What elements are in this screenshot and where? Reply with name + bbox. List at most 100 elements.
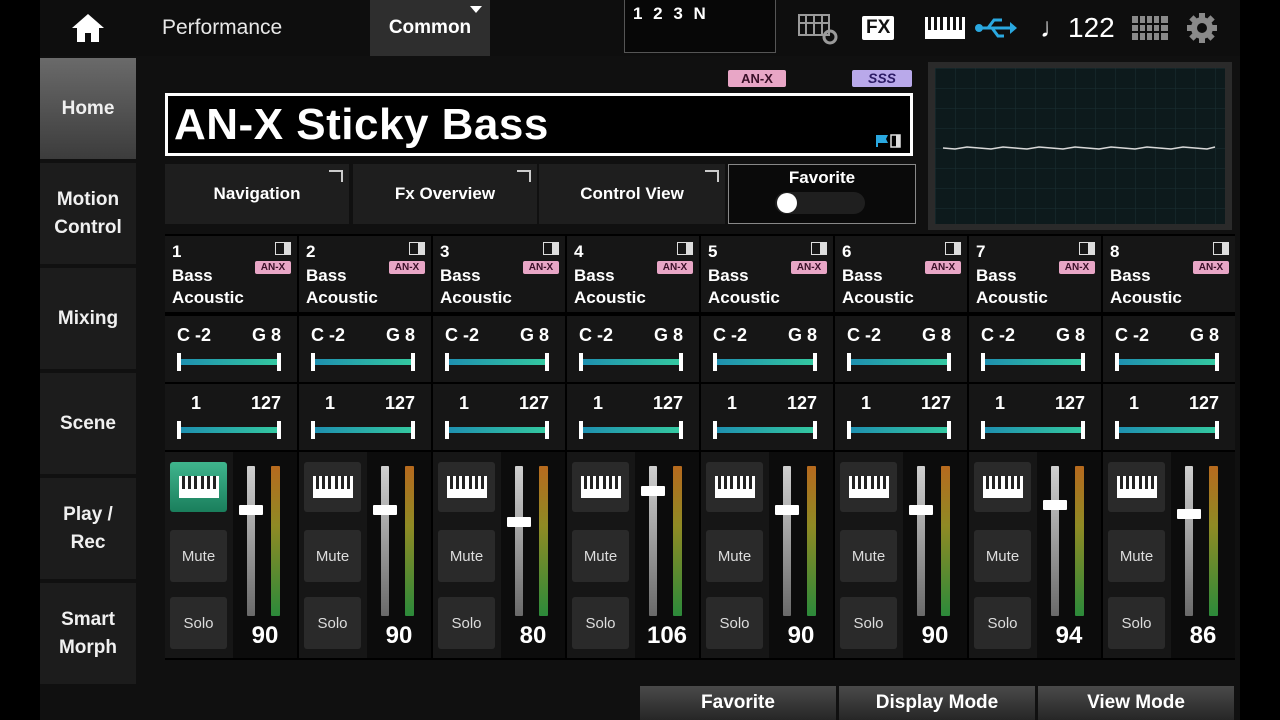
velocity-limit-bar[interactable] bbox=[847, 421, 951, 439]
sidebar-item-mixing[interactable]: Mixing bbox=[40, 268, 136, 369]
keyboard-control-button[interactable] bbox=[1108, 462, 1165, 512]
keyboard-control-button[interactable] bbox=[438, 462, 495, 512]
note-limit-cell[interactable]: C -2 G 8 bbox=[433, 316, 565, 382]
velocity-limit-cell[interactable]: 1 127 bbox=[165, 384, 297, 450]
tempo-display[interactable]: ♩122 bbox=[1040, 12, 1115, 44]
velocity-limit-bar[interactable] bbox=[1115, 421, 1219, 439]
mute-button[interactable]: Mute bbox=[304, 530, 361, 582]
mute-button[interactable]: Mute bbox=[706, 530, 763, 582]
velocity-limit-cell[interactable]: 1 127 bbox=[433, 384, 565, 450]
function-button-display-mode[interactable]: Display Mode bbox=[839, 686, 1035, 720]
mute-button[interactable]: Mute bbox=[572, 530, 629, 582]
mute-button[interactable]: Mute bbox=[438, 530, 495, 582]
note-limit-bar[interactable] bbox=[579, 353, 683, 371]
part-name-cell[interactable]: 7 AN-X Bass Acoustic bbox=[969, 236, 1101, 312]
volume-fader-track[interactable] bbox=[1185, 466, 1193, 616]
note-limit-bar[interactable] bbox=[445, 353, 549, 371]
velocity-limit-cell[interactable]: 1 127 bbox=[299, 384, 431, 450]
velocity-limit-bar[interactable] bbox=[981, 421, 1085, 439]
function-button-view-mode[interactable]: View Mode bbox=[1038, 686, 1234, 720]
keyboard-control-button[interactable] bbox=[170, 462, 227, 512]
note-limit-cell[interactable]: C -2 G 8 bbox=[567, 316, 699, 382]
common-tab[interactable]: Common bbox=[370, 0, 490, 56]
keyboard-control-button[interactable] bbox=[572, 462, 629, 512]
solo-button[interactable]: Solo bbox=[304, 597, 361, 649]
part-name-cell[interactable]: 2 AN-X Bass Acoustic bbox=[299, 236, 431, 312]
note-limit-bar[interactable] bbox=[1115, 353, 1219, 371]
arpeggio-settings-button[interactable] bbox=[798, 10, 840, 46]
settings-button[interactable] bbox=[1186, 10, 1218, 46]
sidebar-item-home[interactable]: Home bbox=[40, 58, 136, 159]
mute-button[interactable]: Mute bbox=[840, 530, 897, 582]
velocity-limit-bar[interactable] bbox=[713, 421, 817, 439]
note-limit-cell[interactable]: C -2 G 8 bbox=[701, 316, 833, 382]
velocity-limit-cell[interactable]: 1 127 bbox=[701, 384, 833, 450]
solo-button[interactable]: Solo bbox=[572, 597, 629, 649]
velocity-limit-cell[interactable]: 1 127 bbox=[835, 384, 967, 450]
sidebar-item-motion-control[interactable]: Motion Control bbox=[40, 163, 136, 264]
sidebar-item-scene[interactable]: Scene bbox=[40, 373, 136, 474]
part-name-cell[interactable]: 1 AN-X Bass Acoustic bbox=[165, 236, 297, 312]
solo-button[interactable]: Solo bbox=[840, 597, 897, 649]
mute-button[interactable]: Mute bbox=[170, 530, 227, 582]
part-name-cell[interactable]: 5 AN-X Bass Acoustic bbox=[701, 236, 833, 312]
volume-fader-track[interactable] bbox=[381, 466, 389, 616]
volume-fader-track[interactable] bbox=[515, 466, 523, 616]
velocity-limit-cell[interactable]: 1 127 bbox=[1103, 384, 1235, 450]
volume-fader-track[interactable] bbox=[1051, 466, 1059, 616]
note-limit-bar[interactable] bbox=[177, 353, 281, 371]
solo-button[interactable]: Solo bbox=[974, 597, 1031, 649]
part-name-cell[interactable]: 3 AN-X Bass Acoustic bbox=[433, 236, 565, 312]
note-limit-bar[interactable] bbox=[981, 353, 1085, 371]
volume-fader-knob[interactable] bbox=[1043, 500, 1067, 510]
note-limit-cell[interactable]: C -2 G 8 bbox=[299, 316, 431, 382]
part-name-cell[interactable]: 4 AN-X Bass Acoustic bbox=[567, 236, 699, 312]
volume-fader-track[interactable] bbox=[783, 466, 791, 616]
volume-fader-knob[interactable] bbox=[507, 517, 531, 527]
fx-overview-button[interactable]: Fx Overview bbox=[353, 164, 537, 224]
volume-fader-track[interactable] bbox=[917, 466, 925, 616]
note-limit-cell[interactable]: C -2 G 8 bbox=[1103, 316, 1235, 382]
velocity-limit-cell[interactable]: 1 127 bbox=[567, 384, 699, 450]
note-limit-bar[interactable] bbox=[847, 353, 951, 371]
control-view-button[interactable]: Control View bbox=[539, 164, 725, 224]
velocity-limit-bar[interactable] bbox=[445, 421, 549, 439]
keyboard-control-button[interactable] bbox=[974, 462, 1031, 512]
part-name-cell[interactable]: 8 AN-X Bass Acoustic bbox=[1103, 236, 1235, 312]
navigation-button[interactable]: Navigation bbox=[165, 164, 349, 224]
fx-button[interactable]: FX bbox=[862, 10, 895, 46]
note-limit-cell[interactable]: C -2 G 8 bbox=[835, 316, 967, 382]
keyboard-control-button[interactable] bbox=[840, 462, 897, 512]
velocity-limit-bar[interactable] bbox=[579, 421, 683, 439]
solo-button[interactable]: Solo bbox=[706, 597, 763, 649]
home-button[interactable] bbox=[40, 0, 136, 56]
mute-button[interactable]: Mute bbox=[1108, 530, 1165, 582]
performance-name-field[interactable]: AN-X Sticky Bass bbox=[165, 93, 913, 156]
note-limit-bar[interactable] bbox=[311, 353, 415, 371]
sidebar-item-play-rec[interactable]: Play / Rec bbox=[40, 478, 136, 579]
volume-fader-knob[interactable] bbox=[909, 505, 933, 515]
keyboard-control-button[interactable] bbox=[304, 462, 361, 512]
solo-button[interactable]: Solo bbox=[170, 597, 227, 649]
volume-fader-track[interactable] bbox=[247, 466, 255, 616]
solo-button[interactable]: Solo bbox=[1108, 597, 1165, 649]
function-button-favorite[interactable]: Favorite bbox=[640, 686, 836, 720]
favorite-toggle[interactable] bbox=[775, 192, 865, 214]
solo-button[interactable]: Solo bbox=[438, 597, 495, 649]
favorite-button[interactable]: Favorite bbox=[728, 164, 916, 224]
volume-fader-knob[interactable] bbox=[775, 505, 799, 515]
note-limit-cell[interactable]: C -2 G 8 bbox=[969, 316, 1101, 382]
note-limit-cell[interactable]: C -2 G 8 bbox=[165, 316, 297, 382]
volume-fader-knob[interactable] bbox=[373, 505, 397, 515]
velocity-limit-cell[interactable]: 1 127 bbox=[969, 384, 1101, 450]
volume-fader-knob[interactable] bbox=[1177, 509, 1201, 519]
volume-fader-knob[interactable] bbox=[239, 505, 263, 515]
grid-button[interactable] bbox=[1132, 10, 1168, 46]
velocity-limit-bar[interactable] bbox=[311, 421, 415, 439]
part-name-cell[interactable]: 6 AN-X Bass Acoustic bbox=[835, 236, 967, 312]
volume-fader-knob[interactable] bbox=[641, 486, 665, 496]
mute-button[interactable]: Mute bbox=[974, 530, 1031, 582]
keyboard-control-button[interactable] bbox=[706, 462, 763, 512]
velocity-limit-bar[interactable] bbox=[177, 421, 281, 439]
note-limit-bar[interactable] bbox=[713, 353, 817, 371]
